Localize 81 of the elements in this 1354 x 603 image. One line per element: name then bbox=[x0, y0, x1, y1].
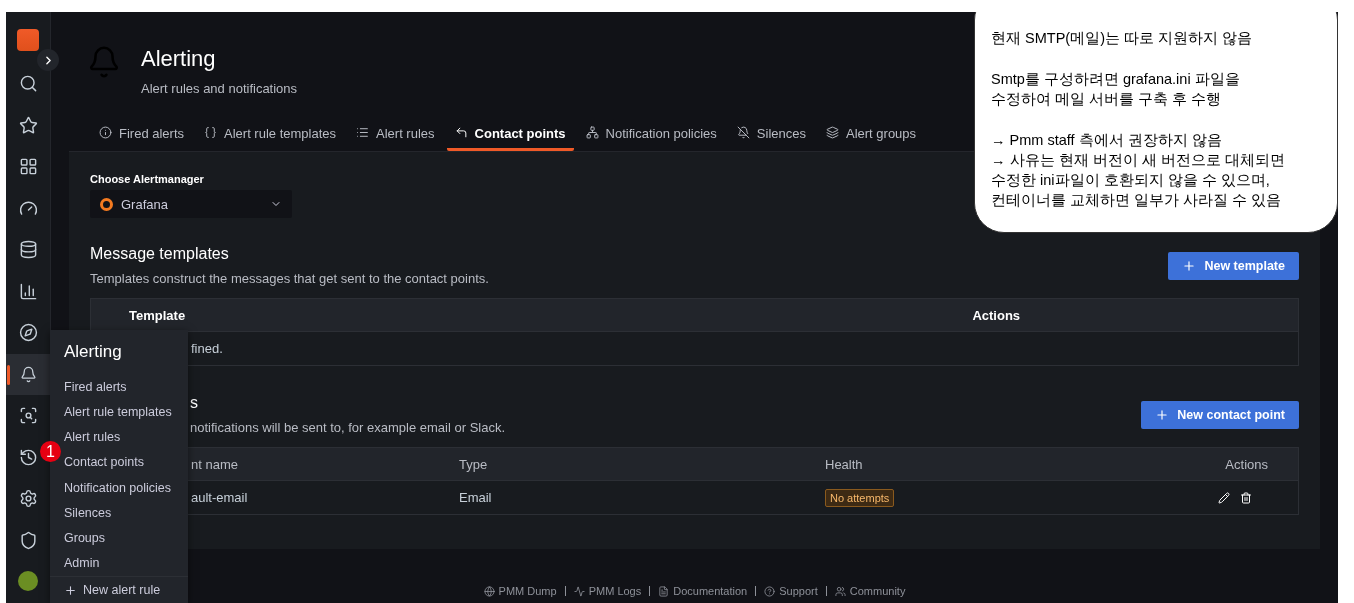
braces-icon bbox=[204, 126, 218, 139]
callout-text: 수정한 ini파일이 호환되지 않을 수 있으며, bbox=[991, 171, 1271, 190]
new-alert-rule-link[interactable]: New alert rule bbox=[50, 576, 188, 603]
grafana-icon bbox=[100, 197, 113, 211]
sidebar-item[interactable] bbox=[6, 353, 50, 395]
section-description: Templates construct the messages that get sent to the contact points. bbox=[90, 271, 489, 286]
page-subtitle: Alert rules and notifications bbox=[141, 81, 298, 96]
column-header: Actions bbox=[971, 307, 1022, 323]
search-icon bbox=[18, 74, 38, 94]
footer-link[interactable]: Documentation bbox=[658, 585, 748, 597]
menu-item[interactable]: Admin bbox=[64, 556, 100, 571]
menu-item[interactable]: Silences bbox=[64, 505, 112, 520]
alertmanager-select[interactable]: Grafana bbox=[90, 190, 292, 218]
menu-item[interactable]: Fired alerts bbox=[64, 379, 127, 394]
section-description: notifications will be sent to, for example email or Slack. bbox=[190, 420, 506, 435]
page-title: Alerting bbox=[141, 45, 217, 73]
edit-icon[interactable] bbox=[1218, 491, 1230, 504]
callout-text: → 사유는 현재 버전이 새 버전으로 대체되면 bbox=[991, 151, 1286, 170]
callout-text: 현재 SMTP(메일)는 따로 지원하지 않음 bbox=[991, 29, 1254, 48]
menu-item[interactable]: Alert rules bbox=[64, 430, 121, 445]
bell-off-icon bbox=[736, 126, 750, 139]
compass-icon bbox=[18, 323, 38, 343]
plus-icon bbox=[1182, 258, 1197, 273]
bell-icon bbox=[19, 365, 37, 383]
help-icon bbox=[764, 585, 776, 597]
callout-text: Smtp를 구성하려면 grafana.ini 파일을 bbox=[991, 70, 1241, 89]
plus-icon bbox=[64, 583, 77, 597]
footer-link[interactable]: Support bbox=[764, 585, 818, 597]
field-label: Choose Alertmanager bbox=[90, 173, 204, 185]
hierarchy-icon bbox=[585, 126, 599, 139]
tab[interactable]: Fired alerts bbox=[91, 126, 193, 151]
column-header: Health bbox=[824, 456, 864, 472]
footer-link[interactable]: PMM Dump bbox=[483, 585, 557, 597]
users-icon bbox=[834, 585, 846, 597]
bar-chart-icon bbox=[18, 281, 38, 301]
globe-icon bbox=[483, 585, 495, 597]
settings-icon bbox=[18, 489, 38, 509]
tab[interactable]: Alert rules bbox=[348, 126, 443, 151]
database-icon bbox=[18, 240, 38, 260]
scan-search-icon bbox=[18, 406, 38, 426]
menu-item[interactable]: Alert rule templates bbox=[64, 404, 172, 419]
new-template-button[interactable]: New template bbox=[1168, 251, 1299, 280]
info-icon bbox=[99, 126, 112, 139]
arrow-icon bbox=[454, 126, 468, 139]
callout-text: 컨테이너를 교체하면 일부가 사라질 수 있음 bbox=[991, 191, 1283, 210]
callout-text: 수정하여 메일 서버를 구축 후 수행 bbox=[991, 90, 1223, 109]
section-title: Message templates bbox=[90, 245, 230, 263]
tab[interactable]: Silences bbox=[728, 126, 814, 151]
column-header: Type bbox=[458, 456, 489, 472]
star-icon bbox=[18, 115, 38, 135]
activity-icon bbox=[573, 585, 585, 597]
health-badge: No attempts bbox=[825, 488, 895, 507]
history-icon bbox=[18, 447, 38, 467]
expand-button[interactable] bbox=[37, 49, 59, 71]
grid-icon bbox=[18, 157, 38, 177]
column-header: nt name bbox=[190, 456, 239, 472]
menu-item[interactable]: Groups bbox=[64, 531, 105, 546]
tab[interactable]: Alert groups bbox=[818, 126, 925, 151]
layers-icon bbox=[826, 126, 839, 139]
tab[interactable]: Notification policies bbox=[577, 126, 725, 151]
menu-item[interactable]: Contact points bbox=[64, 455, 144, 470]
new-contact-point-button[interactable]: New contact point bbox=[1141, 400, 1299, 429]
tab[interactable]: Alert rule templates bbox=[196, 126, 345, 151]
table-cell-text: ault-email bbox=[190, 490, 249, 505]
section-title: s bbox=[190, 394, 198, 412]
delete-icon[interactable] bbox=[1240, 491, 1252, 504]
column-header: Template bbox=[128, 307, 187, 323]
list-icon bbox=[356, 126, 370, 139]
empty-message: fined. bbox=[190, 341, 224, 356]
table-cell-text: Email bbox=[458, 490, 493, 505]
footer-link[interactable]: PMM Logs bbox=[573, 585, 642, 597]
menu-title: Alerting bbox=[63, 341, 123, 363]
menu-item[interactable]: Notification policies bbox=[64, 480, 171, 495]
gauge-icon bbox=[18, 198, 38, 218]
avatar[interactable] bbox=[18, 571, 38, 591]
document-icon bbox=[658, 585, 670, 597]
column-header: Actions bbox=[1224, 456, 1269, 472]
callout-text: → Pmm staff 측에서 권장하지 않음 bbox=[991, 131, 1223, 150]
footer-link[interactable]: Community bbox=[834, 585, 906, 597]
plus-icon bbox=[1155, 407, 1170, 422]
shield-icon bbox=[18, 530, 38, 550]
